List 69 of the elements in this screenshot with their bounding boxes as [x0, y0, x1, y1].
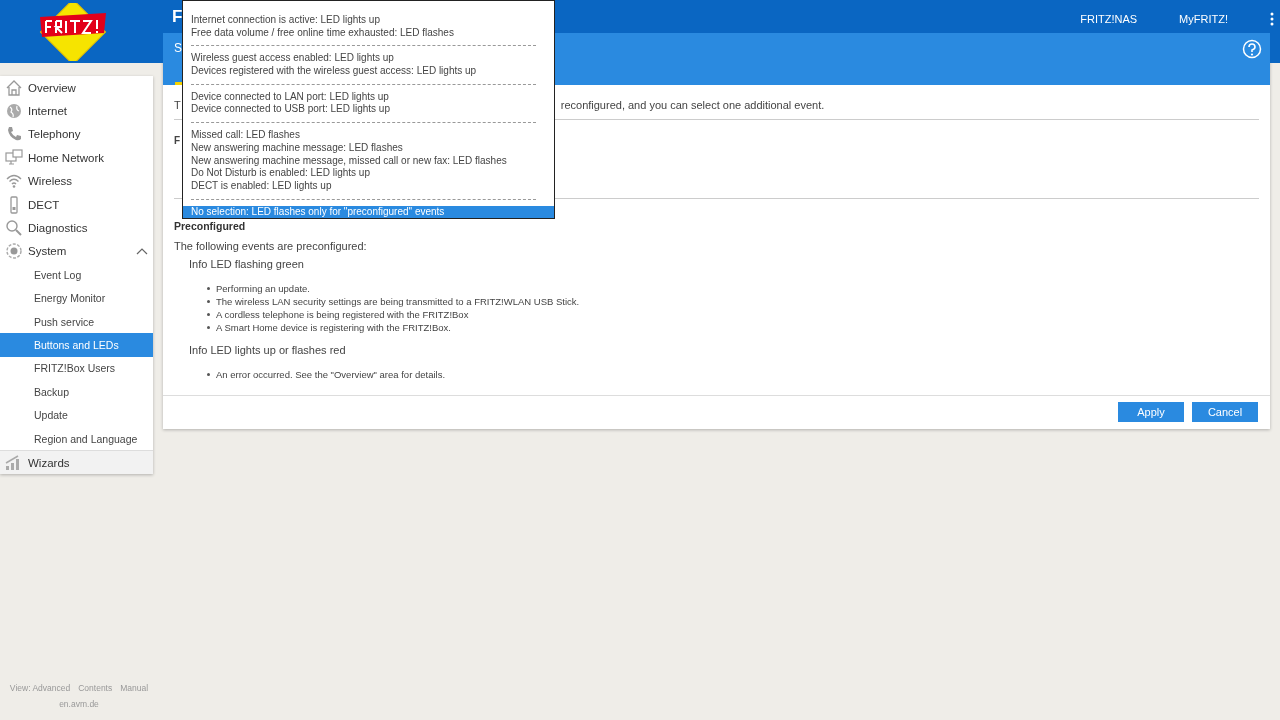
dropdown-option[interactable]: New answering machine message, missed call or new fax: LED flashes — [183, 154, 554, 168]
dropdown-option[interactable]: Missed call: LED flashes — [183, 129, 554, 142]
apply-button[interactable]: Apply — [1118, 402, 1184, 422]
dropdown-option[interactable]: Devices registered with the wireless guest access: LED lights up — [183, 65, 554, 78]
dropdown-option[interactable]: Wireless guest access enabled: LED lights up — [183, 52, 554, 66]
nav-label: Diagnostics — [28, 222, 88, 235]
bullet-dot — [207, 326, 210, 329]
nav-subitem[interactable]: Backup — [0, 380, 153, 404]
nav-item[interactable]: Internet — [0, 99, 153, 123]
nav-label: Wireless — [28, 175, 73, 188]
bullet-item: An error occurred. See the "Overview" area for details. — [216, 368, 446, 381]
section-label: F — [174, 135, 181, 146]
section-heading: Preconfigured — [174, 219, 247, 232]
search-icon — [5, 219, 23, 238]
monitors-icon — [5, 148, 23, 167]
dropdown-option[interactable]: Internet connection is active: LED lights up — [183, 14, 554, 27]
more-menu-icon — [1270, 12, 1274, 26]
nav-label: Home Network — [28, 151, 105, 164]
nav-item[interactable]: Telephony — [0, 122, 153, 147]
settings-icon — [5, 242, 23, 261]
nav-subitem[interactable]: Update — [0, 403, 153, 427]
nav-label: System — [28, 245, 67, 258]
nav-subitem[interactable]: Energy Monitor — [0, 286, 153, 310]
dropdown-option[interactable]: Free data volume / free online time exhausted: LED flashes — [183, 26, 554, 40]
cancel-button[interactable]: Cancel — [1192, 402, 1258, 422]
header-link[interactable]: MyFRITZ! — [1179, 13, 1228, 25]
nav-label: Internet — [28, 105, 67, 118]
dropdown-option[interactable]: Device connected to LAN port: LED lights up — [183, 90, 554, 104]
nav-label: Overview — [28, 81, 76, 94]
dropdown-option[interactable]: No selection: LED flashes only for "preconfigured" events — [183, 205, 554, 219]
dropdown-option[interactable]: Do Not Disturb is enabled: LED lights up — [183, 167, 554, 180]
bullet-dot — [207, 373, 210, 376]
wizards-item[interactable]: Wizards — [0, 450, 153, 475]
nav-item[interactable]: DECT — [0, 192, 153, 217]
dropdown-option[interactable]: Device connected to USB port: LED lights up — [183, 103, 554, 117]
section-intro: The following events are preconfigured: — [174, 240, 368, 252]
nav-subitem[interactable]: Region and Language — [0, 426, 153, 451]
dropdown-option[interactable]: DECT is enabled: LED lights up — [183, 179, 554, 193]
intro-text: reconfigured, and you can select one additional event. — [560, 99, 825, 113]
bullet-item: A cordless telephone is being registered with the FRITZ!Box — [216, 308, 469, 321]
page-title: S — [174, 41, 182, 55]
bullet-item: The wireless LAN security settings are being transmitted to a FRITZ!WLAN USB Stick. — [216, 295, 580, 308]
nav-item[interactable]: Overview — [0, 76, 153, 100]
nav-subitem[interactable]: Event Log — [0, 263, 153, 287]
header-link[interactable]: FRITZ!NAS — [1080, 13, 1138, 25]
nav-label: DECT — [28, 198, 60, 211]
house-icon — [5, 78, 23, 97]
nav-item[interactable]: Diagnostics — [0, 216, 153, 240]
nav-label: Wizards — [28, 456, 70, 469]
bullet-dot — [207, 313, 210, 316]
nav-label: Telephony — [28, 128, 81, 141]
bullet-item: A Smart Home device is registering with the FRITZ!Box. — [216, 321, 451, 334]
group-title: Info LED lights up or flashes red — [189, 344, 347, 356]
dropdown-option[interactable]: New answering machine message: LED flashes — [183, 141, 554, 155]
group-title: Info LED flashing green — [189, 258, 305, 270]
nav-item[interactable]: Wireless — [0, 169, 153, 193]
bullet-dot — [207, 300, 210, 303]
nav-subitem[interactable]: Buttons and LEDs — [0, 333, 153, 357]
page-header-title: F — [172, 7, 183, 27]
help-icon — [1242, 39, 1262, 59]
nav-item[interactable]: Home Network — [0, 146, 153, 170]
globe-icon — [5, 102, 23, 121]
wifi-icon — [5, 172, 23, 191]
nav-subitem[interactable]: FRITZ!Box Users — [0, 356, 153, 381]
nav-subitem[interactable]: Push service — [0, 309, 153, 334]
intro-text: T — [174, 99, 181, 113]
nav-item[interactable]: System — [0, 239, 153, 264]
bullet-dot — [207, 287, 210, 290]
bullet-item: Performing an update. — [216, 282, 310, 295]
